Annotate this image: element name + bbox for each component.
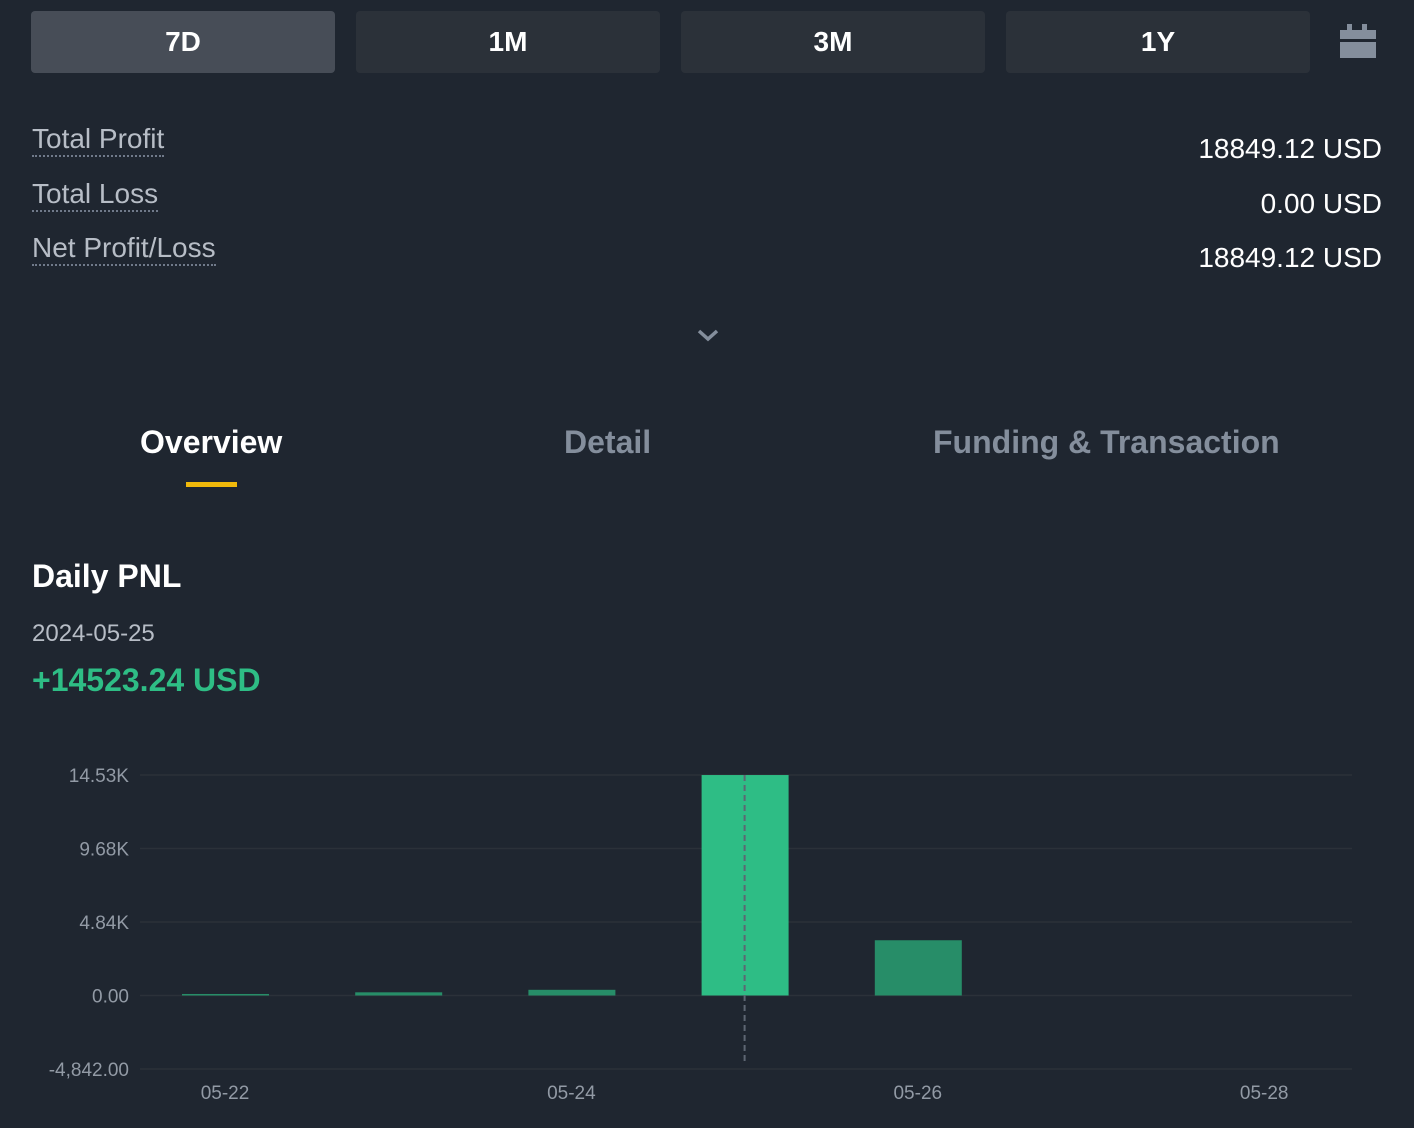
bar-05-26[interactable]: [874, 940, 962, 996]
range-button-1m[interactable]: 1M: [356, 11, 660, 73]
range-button-7d[interactable]: 7D: [31, 11, 335, 73]
summary-label[interactable]: Total Profit: [32, 123, 165, 157]
bar-05-22[interactable]: [182, 993, 269, 996]
bar-05-23[interactable]: [355, 992, 443, 996]
active-tab-indicator: [186, 482, 237, 487]
tab-funding-transaction[interactable]: Funding & Transaction: [933, 424, 1280, 461]
daily-pnl-title: Daily PNL: [32, 558, 182, 594]
selected-pnl-value: +14523.24 USD: [32, 662, 261, 698]
range-button-3m[interactable]: 3M: [681, 11, 985, 73]
selected-date: 2024-05-25: [32, 620, 155, 647]
x-tick-label: 05-24: [547, 1083, 596, 1104]
summary-label[interactable]: Total Loss: [32, 178, 159, 212]
chevron-down-icon[interactable]: [696, 326, 720, 344]
y-tick-label: 0.00: [92, 987, 129, 1008]
summary-value: 0.00 USD: [1260, 187, 1382, 219]
y-tick-label: 9.68K: [79, 840, 129, 861]
y-tick-label: 14.53K: [69, 766, 130, 787]
tab-detail[interactable]: Detail: [564, 424, 651, 461]
summary-label[interactable]: Net Profit/Loss: [32, 232, 216, 266]
bar-05-24[interactable]: [528, 989, 616, 996]
daily-pnl-chart[interactable]: -4,842.00 0.00 4.84K 9.68K 14.53K 05-22 05-24 0…: [0, 740, 1414, 1128]
x-tick-label: 05-22: [201, 1083, 250, 1104]
tab-overview[interactable]: Overview: [140, 424, 282, 461]
y-tick-label: -4,842.00: [49, 1060, 129, 1081]
summary-value: 18849.12 USD: [1198, 242, 1382, 273]
summary-value: 18849.12 USD: [1198, 133, 1382, 164]
calendar-icon[interactable]: [1340, 24, 1376, 58]
range-button-1y[interactable]: 1Y: [1006, 11, 1310, 73]
x-tick-label: 05-26: [893, 1083, 942, 1104]
y-tick-label: 4.84K: [79, 913, 129, 934]
x-tick-label: 05-28: [1240, 1083, 1289, 1104]
